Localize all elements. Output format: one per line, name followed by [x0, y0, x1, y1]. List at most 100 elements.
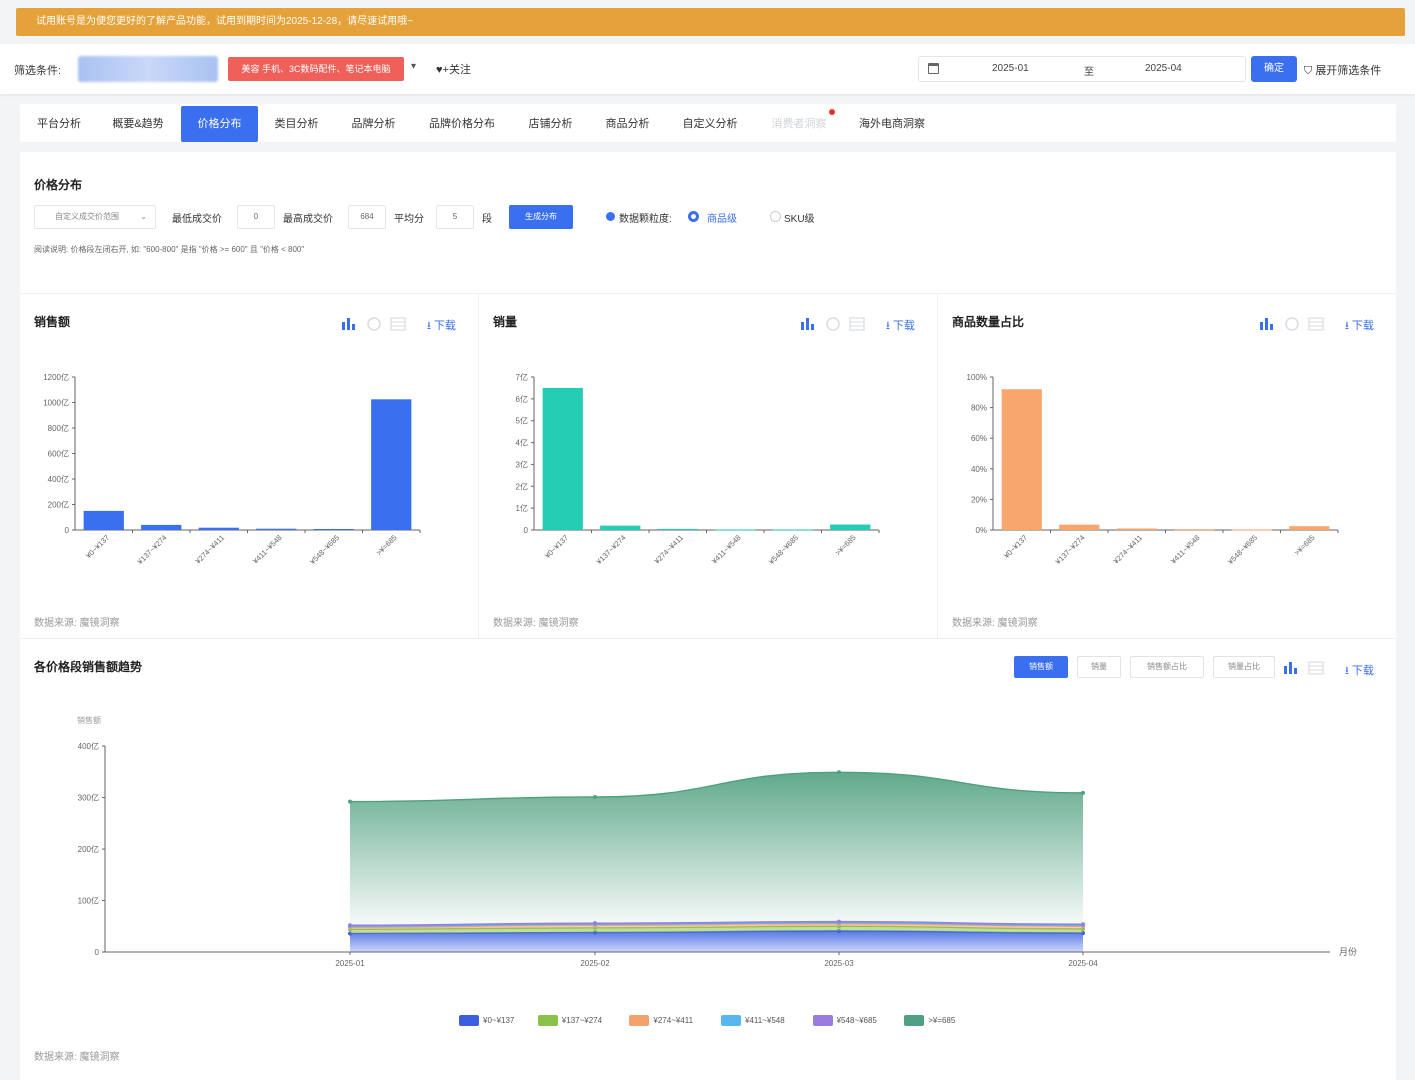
bar-chart-icon[interactable] — [342, 318, 355, 330]
category-tag[interactable]: 美容 手机、3C数码配件、笔记本电脑 — [228, 57, 404, 81]
max-price-input[interactable]: 684 — [348, 205, 386, 229]
max-price-label: 最高成交价 — [283, 214, 333, 225]
tab-brand[interactable]: 品牌分析 — [335, 106, 412, 142]
legend-item[interactable]: >¥=685 — [904, 1015, 955, 1026]
bar[interactable] — [371, 399, 412, 530]
pie-chart-icon[interactable] — [826, 317, 840, 331]
trend-data-source: 数据来源: 魔镜洞察 — [34, 1052, 120, 1063]
generate-button[interactable]: 生成分布 — [509, 205, 573, 229]
bar-chart-icon[interactable] — [801, 318, 814, 330]
expand-filter-label: 展开筛选条件 — [1315, 65, 1382, 77]
blurred-filter-value[interactable] — [78, 56, 218, 82]
bar[interactable] — [1116, 528, 1157, 530]
y-tick-label: 2亿 — [516, 481, 528, 491]
split-label: 平均分 — [394, 214, 424, 225]
legend-item[interactable]: ¥548~¥685 — [812, 1015, 877, 1026]
toggle-volume[interactable]: 销量 — [1077, 656, 1121, 678]
date-to[interactable]: 2025-04 — [1145, 63, 1182, 74]
sales-download-button[interactable]: ⭳ 下载 — [427, 317, 456, 336]
bar[interactable] — [1059, 524, 1100, 530]
legend-swatch — [721, 1015, 741, 1026]
legend-item[interactable]: ¥0~¥137 — [459, 1015, 514, 1026]
radio-product-level[interactable] — [688, 211, 699, 222]
bar[interactable] — [256, 528, 297, 530]
radio-sku-level[interactable] — [770, 211, 781, 222]
toggle-sales-share[interactable]: 销售额占比 — [1130, 656, 1204, 678]
tab-store[interactable]: 店铺分析 — [512, 106, 589, 142]
tab-overseas[interactable]: 海外电商洞察 — [844, 106, 940, 142]
x-tick-label: ¥274~¥411 — [193, 533, 226, 566]
data-point[interactable] — [593, 794, 597, 799]
legend-swatch — [459, 1015, 479, 1026]
table-icon[interactable] — [390, 317, 406, 331]
table-icon[interactable] — [849, 317, 865, 331]
pie-chart-icon[interactable] — [1285, 317, 1299, 331]
table-icon[interactable] — [1308, 317, 1324, 331]
tab-product[interactable]: 商品分析 — [589, 106, 666, 142]
toggle-volume-share[interactable]: 销量占比 — [1213, 656, 1275, 678]
trend-toolbar-icons — [1284, 661, 1324, 675]
share-data-source: 数据来源: 魔镜洞察 — [952, 618, 1038, 629]
bar[interactable] — [1289, 526, 1330, 530]
bar[interactable] — [83, 510, 124, 530]
data-point[interactable] — [348, 799, 352, 804]
tab-custom[interactable]: 自定义分析 — [666, 106, 754, 142]
bar[interactable] — [1174, 529, 1215, 531]
bar-chart-icon[interactable] — [1284, 662, 1297, 674]
y-tick-label: 400亿 — [48, 474, 69, 484]
bar[interactable] — [830, 524, 871, 530]
toggle-sales[interactable]: 销售额 — [1014, 656, 1068, 678]
legend-item[interactable]: ¥137~¥274 — [537, 1015, 602, 1026]
x-tick-label: ¥0~¥137 — [1002, 533, 1029, 560]
x-tick-label: ¥0~¥137 — [84, 533, 111, 560]
share-download-button[interactable]: ⭳ 下载 — [1345, 317, 1374, 336]
data-point[interactable] — [1081, 790, 1085, 795]
x-tick-label: ¥274~¥411 — [1111, 533, 1144, 566]
follow-button[interactable]: ♥+关注 — [436, 61, 471, 77]
bar[interactable] — [141, 524, 182, 530]
confirm-button[interactable]: 确定 — [1251, 56, 1297, 82]
y-tick-label: 100% — [967, 373, 987, 382]
bar[interactable] — [313, 528, 354, 530]
min-price-input[interactable]: 0 — [237, 205, 275, 229]
bar[interactable] — [600, 525, 641, 530]
bar[interactable] — [198, 527, 239, 530]
new-badge-dot — [829, 109, 835, 115]
table-icon[interactable] — [1308, 661, 1324, 675]
split-input[interactable]: 5 — [436, 205, 474, 229]
product-level-label[interactable]: 商品级 — [707, 210, 737, 225]
x-tick-label: ¥0~¥137 — [543, 533, 570, 560]
expand-filter-button[interactable]: ⛉ 展开筛选条件 — [1304, 62, 1381, 78]
legend-item[interactable]: ¥274~¥411 — [629, 1015, 693, 1026]
tab-overview[interactable]: 概要&趋势 — [98, 106, 178, 142]
calendar-icon — [928, 63, 939, 74]
bar[interactable] — [657, 528, 698, 530]
legend-label: ¥0~¥137 — [483, 1016, 515, 1025]
trend-download-button[interactable]: ⭳ 下载 — [1345, 662, 1374, 681]
bar-chart-icon[interactable] — [1260, 318, 1273, 330]
caret-down-icon[interactable]: ▾ — [411, 61, 416, 72]
sku-level-label[interactable]: SKU级 — [784, 210, 815, 225]
tab-price-distribution[interactable]: 价格分布 — [181, 106, 258, 142]
legend-swatch — [812, 1015, 833, 1026]
date-range-picker[interactable] — [918, 56, 1246, 82]
pie-chart-icon[interactable] — [367, 317, 381, 331]
bar[interactable] — [1231, 529, 1272, 531]
bar[interactable] — [1001, 389, 1042, 530]
price-range-select[interactable]: 自定义成交价范围 ⌄ — [34, 205, 156, 229]
x-tick-label: ¥137~¥274 — [595, 533, 628, 566]
x-tick-label: >¥=685 — [833, 533, 857, 557]
tab-platform[interactable]: 平台分析 — [20, 106, 98, 142]
bar[interactable] — [772, 529, 813, 531]
tab-category[interactable]: 类目分析 — [258, 106, 335, 142]
y-tick-label: 0 — [95, 948, 100, 957]
tab-brand-price[interactable]: 品牌价格分布 — [412, 106, 512, 142]
date-from[interactable]: 2025-01 — [992, 63, 1029, 74]
legend-item[interactable]: ¥411~¥548 — [721, 1015, 785, 1026]
bar[interactable] — [542, 387, 583, 530]
sales-bar-chart: 0 200亿 400亿 600亿 800亿 1000亿 1200亿 ¥0~¥137 ¥137~¥… — [43, 372, 421, 566]
legend-label: ¥274~¥411 — [653, 1016, 694, 1025]
volume-download-button[interactable]: ⭳ 下载 — [886, 317, 915, 336]
bar[interactable] — [715, 529, 756, 531]
data-point[interactable] — [837, 770, 841, 775]
